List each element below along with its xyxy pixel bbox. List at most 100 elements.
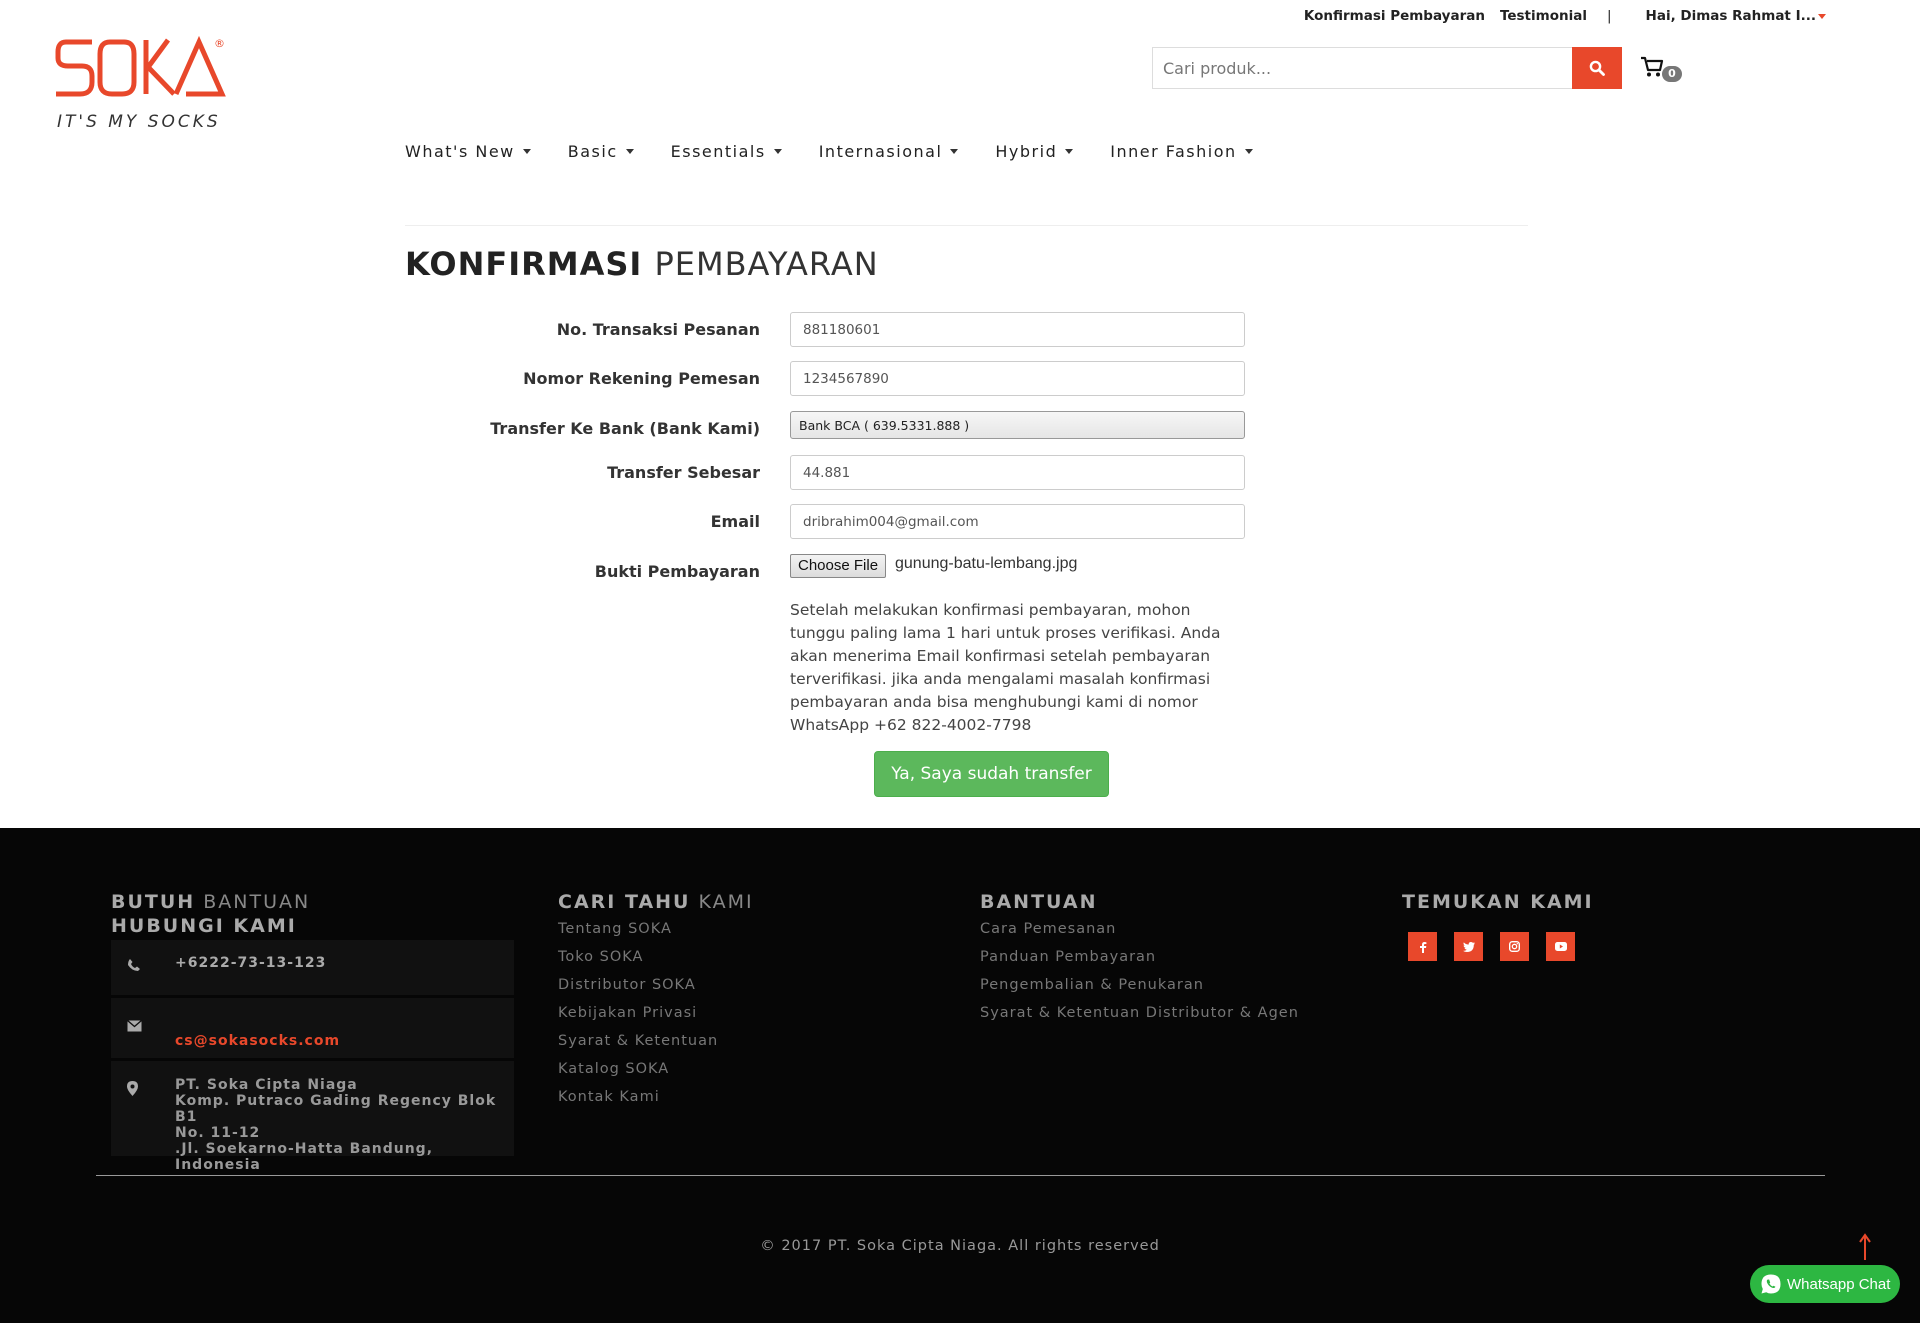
- contact-email-link[interactable]: cs@sokasocks.com: [175, 1033, 340, 1049]
- selected-file-name: gunung-batu-lembang.jpg: [895, 555, 1078, 572]
- footer-social-title: TEMUKAN KAMI: [1402, 890, 1594, 914]
- caret-down-icon: [773, 149, 782, 154]
- search-input[interactable]: [1152, 47, 1572, 89]
- youtube-icon: [1554, 942, 1567, 951]
- footer-link-syarat[interactable]: Syarat & Ketentuan: [558, 1027, 718, 1055]
- whatsapp-chat-button[interactable]: Whatsapp Chat: [1750, 1265, 1900, 1303]
- footer-about-title: CARI TAHU KAMI: [558, 890, 754, 914]
- address-line: Komp. Putraco Gading Regency Blok B1: [175, 1093, 497, 1125]
- top-bar: Konfirmasi Pembayaran Testimonial | Hai,…: [1289, 8, 1826, 24]
- nav-label: Hybrid: [995, 142, 1058, 161]
- caret-down-icon: [625, 149, 634, 154]
- twitter-link[interactable]: [1454, 932, 1483, 961]
- nav-label: Essentials: [670, 142, 766, 161]
- phone-icon: [128, 959, 140, 971]
- back-to-top-button[interactable]: [1858, 1233, 1872, 1265]
- caret-down-icon: [522, 149, 531, 154]
- email-input[interactable]: dribrahim004@gmail.com: [790, 504, 1245, 539]
- address-line: PT. Soka Cipta Niaga: [175, 1077, 358, 1093]
- nav-label: Inner Fashion: [1110, 142, 1237, 161]
- nav-essentials[interactable]: Essentials: [671, 142, 782, 161]
- transfer-amount-input[interactable]: 44.881: [790, 455, 1245, 490]
- footer-social-title-bold: TEMUKAN KAMI: [1402, 891, 1594, 913]
- nav-inner-fashion[interactable]: Inner Fashion: [1110, 142, 1253, 161]
- copyright-text: © 2017 PT. Soka Cipta Niaga. All rights …: [760, 1238, 1160, 1254]
- footer-help-title-bold: BUTUH: [111, 891, 196, 913]
- youtube-link[interactable]: [1546, 932, 1575, 961]
- footer-support-title: BANTUAN: [980, 890, 1098, 914]
- nav-whats-new[interactable]: What's New: [405, 142, 531, 161]
- footer-link-kontak[interactable]: Kontak Kami: [558, 1083, 718, 1111]
- footer-help-subtitle: HUBUNGI KAMI: [111, 915, 297, 937]
- cart-button[interactable]: 0: [1640, 56, 1686, 86]
- user-menu[interactable]: Hai, Dimas Rahmat I...: [1631, 8, 1826, 24]
- amount-label: Transfer Sebesar: [607, 463, 760, 482]
- confirm-transfer-button[interactable]: Ya, Saya sudah transfer: [874, 751, 1109, 797]
- footer-link-syarat-distributor[interactable]: Syarat & Ketentuan Distributor & Agen: [980, 999, 1299, 1027]
- footer-support-links: Cara Pemesanan Panduan Pembayaran Pengem…: [980, 915, 1299, 1027]
- account-number-input[interactable]: 1234567890: [790, 361, 1245, 396]
- nav-hybrid[interactable]: Hybrid: [995, 142, 1074, 161]
- search-bar: [1152, 47, 1622, 89]
- footer-support-title-bold: BANTUAN: [980, 891, 1098, 913]
- nav-internasional[interactable]: Internasional: [819, 142, 959, 161]
- nav-basic[interactable]: Basic: [568, 142, 634, 161]
- soka-logo[interactable]: ® IT'S MY SOCKS: [54, 34, 230, 134]
- address-line: No. 11-12: [175, 1125, 261, 1141]
- bank-select[interactable]: Bank BCA ( 639.5331.888 ): [790, 411, 1245, 439]
- page-title-light: PEMBAYARAN: [654, 245, 879, 283]
- footer-link-pengembalian[interactable]: Pengembalian & Penukaran: [980, 971, 1299, 999]
- footer-link-panduan-pembayaran[interactable]: Panduan Pembayaran: [980, 943, 1299, 971]
- verification-note: Setelah melakukan konfirmasi pembayaran,…: [790, 601, 1221, 734]
- footer-about-title-light: KAMI: [698, 891, 754, 913]
- footer-about-links: Tentang SOKA Toko SOKA Distributor SOKA …: [558, 915, 718, 1111]
- footer-link-toko[interactable]: Toko SOKA: [558, 943, 718, 971]
- instagram-link[interactable]: [1500, 932, 1529, 961]
- facebook-icon: [1419, 941, 1426, 953]
- social-links: [1408, 932, 1592, 961]
- whatsapp-chat-label: Whatsapp Chat: [1787, 1275, 1891, 1293]
- footer-link-tentang[interactable]: Tentang SOKA: [558, 915, 718, 943]
- footer-help-title: BUTUH BANTUAN HUBUNGI KAMI: [111, 890, 310, 938]
- instagram-icon: [1509, 941, 1520, 952]
- search-button[interactable]: [1572, 47, 1622, 89]
- contact-phone: +6222-73-13-123: [111, 940, 514, 995]
- facebook-link[interactable]: [1408, 932, 1437, 961]
- soka-logo-mark: ® IT'S MY SOCKS: [55, 35, 226, 132]
- registered-mark: ®: [214, 37, 225, 50]
- top-bar-separator: |: [1606, 8, 1612, 24]
- contact-address-text: PT. Soka Cipta Niaga Komp. Putraco Gadin…: [175, 1077, 514, 1173]
- twitter-icon: [1462, 941, 1475, 952]
- cart-count-badge: 0: [1662, 66, 1682, 82]
- contact-phone-number[interactable]: +6222-73-13-123: [175, 955, 326, 971]
- footer-link-katalog[interactable]: Katalog SOKA: [558, 1055, 718, 1083]
- footer-help-title-light: BANTUAN: [203, 891, 311, 913]
- testimonial-link[interactable]: Testimonial: [1500, 8, 1587, 24]
- transaction-number-input[interactable]: 881180601: [790, 312, 1245, 347]
- footer-divider: [96, 1175, 1825, 1176]
- nav-label: Internasional: [818, 142, 943, 161]
- footer-link-distributor[interactable]: Distributor SOKA: [558, 971, 718, 999]
- caret-down-icon: [950, 149, 959, 154]
- search-icon: [1589, 60, 1605, 76]
- proof-label: Bukti Pembayaran: [594, 562, 760, 581]
- map-marker-icon: [127, 1081, 138, 1096]
- nav-label: Basic: [567, 142, 618, 161]
- address-line: .Jl. Soekarno-Hatta Bandung, Indonesia: [175, 1141, 434, 1173]
- envelope-icon: [127, 1020, 142, 1032]
- choose-file-button[interactable]: Choose File: [790, 554, 887, 578]
- account-label: Nomor Rekening Pemesan: [523, 369, 760, 388]
- footer-link-cara-pemesanan[interactable]: Cara Pemesanan: [980, 915, 1299, 943]
- transaction-label: No. Transaksi Pesanan: [556, 320, 760, 339]
- bank-selected-value: Bank BCA ( 639.5331.888 ): [799, 417, 970, 433]
- nav-label: What's New: [405, 142, 515, 161]
- page-title-bold: KONFIRMASI: [405, 245, 643, 283]
- main-nav: What's New Basic Essentials Internasiona…: [405, 142, 1290, 161]
- caret-down-icon: [1244, 149, 1253, 154]
- email-label: Email: [710, 512, 760, 531]
- contact-email: cs@sokasocks.com: [111, 998, 514, 1058]
- footer-link-privasi[interactable]: Kebijakan Privasi: [558, 999, 718, 1027]
- payment-confirmation-link[interactable]: Konfirmasi Pembayaran: [1304, 8, 1485, 24]
- caret-down-icon: [1065, 149, 1074, 154]
- caret-down-icon: [1818, 13, 1826, 19]
